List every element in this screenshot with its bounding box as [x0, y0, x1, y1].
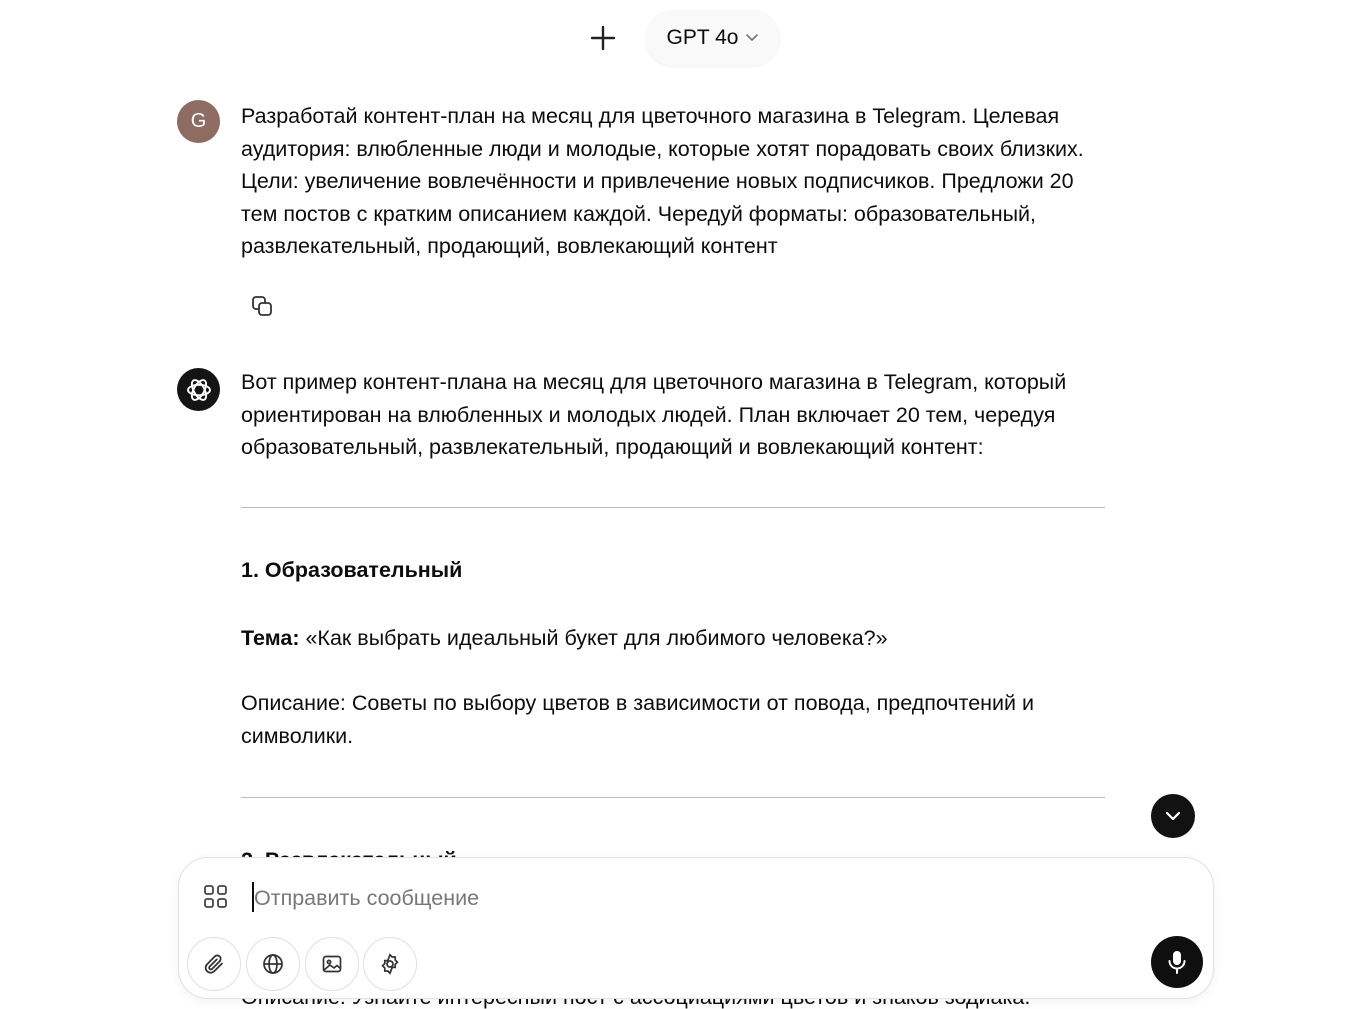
chat-page: GPT 4o G Разработай контент-план на меся… — [0, 0, 1363, 1009]
settings-icon — [381, 953, 399, 975]
user-message: G Разработай контент-план на месяц для ц… — [177, 100, 1107, 263]
voice-button[interactable] — [1151, 936, 1203, 988]
topic-line: Тема: «Как выбрать идеальный букет для л… — [241, 622, 1105, 655]
assistant-message: Вот пример контент-плана на месяц для цв… — [177, 366, 1107, 464]
attach-button[interactable] — [187, 937, 241, 991]
message-composer — [178, 857, 1214, 999]
web-search-button[interactable] — [246, 937, 300, 991]
image-button[interactable] — [305, 937, 359, 991]
divider — [241, 797, 1105, 798]
assistant-intro-text: Вот пример контент-плана на месяц для цв… — [241, 370, 1067, 459]
user-message-text: Разработай контент-план на месяц для цве… — [241, 104, 1084, 258]
model-selector[interactable]: GPT 4o — [644, 10, 781, 66]
new-chat-button[interactable] — [583, 18, 623, 58]
image-icon — [322, 955, 342, 973]
chevron-down-icon — [746, 34, 759, 41]
openai-logo-icon — [186, 378, 211, 401]
avatar-letter: G — [190, 110, 207, 132]
copy-icon — [252, 296, 272, 316]
paperclip-icon — [204, 954, 223, 974]
top-bar: GPT 4o — [0, 8, 1363, 68]
grid-icon — [204, 885, 227, 908]
apps-button[interactable] — [201, 882, 231, 912]
assistant-avatar — [177, 368, 220, 411]
topic-label: Тема: — [241, 626, 300, 650]
microphone-icon — [1168, 951, 1186, 974]
section-title-partial: 2. Развлекательный — [241, 844, 457, 858]
divider — [241, 507, 1105, 508]
plus-icon — [590, 25, 615, 51]
model-label: GPT 4o — [666, 26, 739, 49]
tools-button[interactable] — [363, 937, 417, 991]
chevron-down-icon — [1165, 811, 1181, 821]
scroll-down-button[interactable] — [1151, 794, 1195, 838]
user-avatar: G — [177, 100, 220, 143]
description-text: Описание: Советы по выбору цветов в зави… — [241, 691, 1035, 748]
globe-icon — [263, 954, 283, 974]
section-title: 1. Образовательный — [241, 558, 463, 582]
topic-text: «Как выбрать идеальный букет для любимог… — [299, 626, 888, 650]
message-input[interactable] — [252, 880, 1136, 916]
text-cursor — [252, 882, 254, 912]
copy-button[interactable] — [244, 288, 280, 324]
